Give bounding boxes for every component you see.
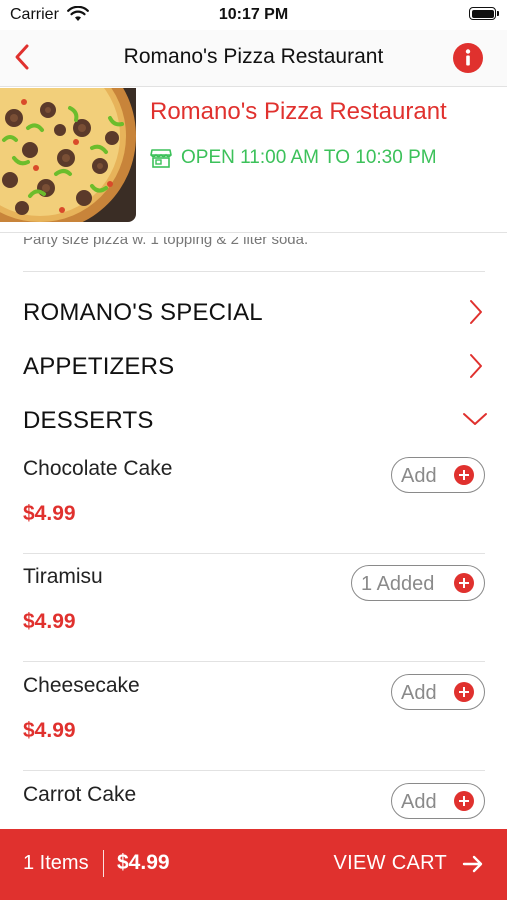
- divider: [23, 271, 485, 272]
- view-cart-button[interactable]: VIEW CART: [334, 852, 447, 875]
- plus-icon: [454, 791, 474, 811]
- category-label: APPETIZERS: [23, 353, 175, 380]
- page-title: Romano's Pizza Restaurant: [123, 45, 384, 68]
- restaurant-name: Romano's Pizza Restaurant: [150, 98, 447, 125]
- add-button[interactable]: Add: [391, 783, 485, 819]
- add-button[interactable]: Add: [391, 674, 485, 710]
- add-button-label: 1 Added: [361, 573, 435, 595]
- menu-item: Tiramisu $4.99 1 Added: [0, 565, 507, 673]
- added-button[interactable]: 1 Added: [351, 565, 485, 601]
- add-button-label: Add: [401, 791, 437, 813]
- info-icon: [465, 49, 471, 66]
- category-appetizers[interactable]: APPETIZERS: [0, 343, 507, 387]
- category-label: ROMANO'S SPECIAL: [23, 299, 263, 326]
- chevron-left-icon: [15, 44, 29, 70]
- status-bar: Carrier 10:17 PM: [0, 0, 507, 30]
- chevron-right-icon: [470, 354, 482, 378]
- item-price: $4.99: [23, 610, 76, 633]
- info-button[interactable]: [453, 43, 483, 73]
- item-name: Chocolate Cake: [23, 457, 173, 480]
- back-button[interactable]: [8, 40, 44, 76]
- store-icon: [150, 149, 172, 168]
- promo-text: Party size pizza w. 1 topping & 2 liter …: [23, 237, 308, 251]
- view-cart-bar[interactable]: 1 Items $4.99 VIEW CART: [0, 829, 507, 900]
- plus-icon: [454, 465, 474, 485]
- restaurant-pizza-image: [0, 88, 136, 222]
- item-price: $4.99: [23, 719, 76, 742]
- item-price: $4.99: [23, 502, 76, 525]
- category-desserts[interactable]: DESSERTS: [0, 397, 507, 441]
- category-label: DESSERTS: [23, 407, 154, 434]
- divider: [23, 553, 485, 554]
- menu-item: Chocolate Cake $4.99 Add: [0, 457, 507, 565]
- category-romanos-special[interactable]: ROMANO'S SPECIAL: [0, 289, 507, 333]
- item-name: Carrot Cake: [23, 783, 137, 806]
- cart-item-count: 1 Items: [23, 852, 89, 874]
- menu-item: Cheesecake $4.99 Add: [0, 674, 507, 782]
- divider: [23, 770, 485, 771]
- add-button[interactable]: Add: [391, 457, 485, 493]
- battery-icon: [469, 7, 499, 20]
- cart-total: $4.99: [117, 851, 170, 874]
- add-button-label: Add: [401, 682, 437, 704]
- promo-text-label: Party size pizza w. 1 topping & 2 liter …: [23, 237, 309, 248]
- opening-hours: OPEN 11:00 AM TO 10:30 PM: [181, 147, 437, 168]
- item-name: Cheesecake: [23, 674, 140, 697]
- arrow-right-icon: [462, 855, 483, 873]
- plus-icon: [454, 682, 474, 702]
- item-name: Tiramisu: [23, 565, 103, 588]
- restaurant-header: Romano's Pizza Restaurant OPEN 11:00 AM …: [0, 87, 507, 233]
- divider: [103, 850, 104, 877]
- chevron-right-icon: [470, 300, 482, 324]
- add-button-label: Add: [401, 465, 437, 487]
- plus-icon: [454, 573, 474, 593]
- navigation-bar: Romano's Pizza Restaurant: [0, 30, 507, 87]
- chevron-down-icon: [463, 413, 487, 425]
- divider: [23, 661, 485, 662]
- clock: 10:17 PM: [218, 6, 289, 23]
